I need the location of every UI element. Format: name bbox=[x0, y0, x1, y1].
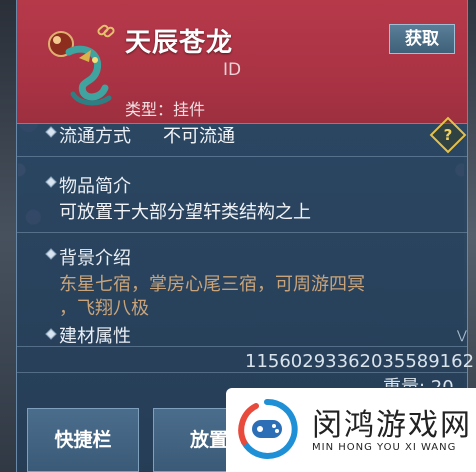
bullet-icon bbox=[45, 176, 57, 188]
item-header: 天辰苍龙 ID 类型：挂件 获取 bbox=[17, 0, 467, 124]
bullet-icon bbox=[45, 248, 57, 260]
shortcut-bar-button[interactable]: 快捷栏 bbox=[27, 408, 139, 472]
item-id-label: ID bbox=[223, 60, 242, 80]
background-text-line2: ，飞翔八极 bbox=[59, 298, 149, 319]
section-divider bbox=[17, 346, 467, 347]
circulation-value: 不可流通 bbox=[163, 126, 235, 147]
attributes-label[interactable]: 建材属性 bbox=[59, 322, 131, 348]
summary-label: 物品简介 bbox=[59, 176, 131, 197]
section-divider bbox=[17, 232, 467, 233]
circulation-label: 流通方式 bbox=[59, 126, 131, 147]
item-weight: 重量: 20 bbox=[383, 373, 454, 387]
item-name: 天辰苍龙 bbox=[125, 28, 234, 58]
bullet-icon bbox=[45, 126, 57, 138]
gamepad-logo-icon bbox=[238, 398, 298, 459]
link-icon[interactable] bbox=[95, 20, 117, 42]
watermark-subtitle: MIN HONG YOU XI WANG bbox=[312, 442, 457, 453]
watermark-title: 闵鸿游戏网 bbox=[312, 408, 472, 443]
bullet-icon bbox=[45, 328, 57, 340]
chevron-down-icon[interactable]: ⋁ bbox=[457, 328, 467, 342]
background-label: 背景介绍 bbox=[59, 248, 131, 269]
serial-number: 11560293362035589162 bbox=[245, 351, 475, 372]
item-type: 类型：挂件 bbox=[125, 100, 206, 119]
summary-text: 可放置于大部分望轩类结构之上 bbox=[59, 202, 311, 223]
obtain-button[interactable]: 获取 bbox=[389, 24, 455, 54]
background-text-line1: 东星七宿，掌房心尾三宿，可周游四冥 bbox=[59, 274, 365, 295]
watermark: 闵鸿游戏网 MIN HONG YOU XI WANG bbox=[226, 388, 476, 472]
section-divider bbox=[17, 156, 467, 157]
